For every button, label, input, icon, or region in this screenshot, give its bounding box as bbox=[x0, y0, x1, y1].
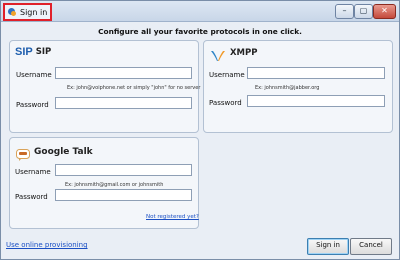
sip-username-hint: Ex: john@voiphone.net or simply "john" f… bbox=[67, 85, 201, 91]
window-title-text: Sign in bbox=[20, 7, 48, 17]
google-talk-logo-icon bbox=[16, 146, 30, 161]
xmpp-username-hint: Ex: johnsmith@jabber.org bbox=[255, 85, 320, 91]
xmpp-username-input[interactable] bbox=[247, 67, 385, 79]
minimize-button[interactable]: – bbox=[335, 4, 354, 19]
gtalk-username-hint: Ex: johnsmith@gmail.com or johnsmith bbox=[65, 182, 164, 188]
gtalk-username-input[interactable] bbox=[55, 164, 192, 176]
page-headline: Configure all your favorite protocols in… bbox=[98, 27, 302, 36]
xmpp-password-input[interactable] bbox=[247, 95, 385, 107]
xmpp-title: XMPP bbox=[230, 48, 258, 58]
cancel-button[interactable]: Cancel bbox=[350, 238, 392, 255]
gtalk-title: Google Talk bbox=[34, 147, 93, 157]
sip-logo-icon: SIP bbox=[15, 46, 33, 58]
sip-panel: SIP SIP Username Ex: john@voiphone.net o… bbox=[9, 40, 201, 133]
sip-username-label: Username bbox=[16, 71, 52, 79]
xmpp-panel: XMPP Username Ex: johnsmith@jabber.org P… bbox=[203, 40, 393, 133]
xmpp-password-label: Password bbox=[209, 99, 242, 107]
gtalk-panel: Google Talk Username Ex: johnsmith@gmail… bbox=[9, 137, 199, 229]
gtalk-username-label: Username bbox=[15, 168, 51, 176]
sign-in-button[interactable]: Sign in bbox=[307, 238, 349, 255]
gtalk-register-link[interactable]: Not registered yet? bbox=[146, 214, 199, 220]
sign-in-window: Sign in – ▢ ✕ Configure all your favorit… bbox=[0, 0, 400, 260]
gtalk-password-input[interactable] bbox=[55, 189, 192, 201]
online-provisioning-link[interactable]: Use online provisioning bbox=[6, 241, 88, 249]
maximize-button[interactable]: ▢ bbox=[354, 4, 373, 19]
xmpp-username-label: Username bbox=[209, 71, 245, 79]
close-button[interactable]: ✕ bbox=[373, 4, 396, 19]
gtalk-password-label: Password bbox=[15, 193, 48, 201]
app-icon bbox=[7, 7, 17, 17]
sip-password-label: Password bbox=[16, 101, 49, 109]
title-bar: Sign in – ▢ ✕ bbox=[1, 1, 399, 22]
window-title: Sign in bbox=[3, 3, 53, 21]
sip-username-input[interactable] bbox=[55, 67, 192, 79]
sip-password-input[interactable] bbox=[55, 97, 192, 109]
sip-title: SIP bbox=[35, 47, 52, 57]
xmpp-logo-icon bbox=[210, 47, 226, 61]
